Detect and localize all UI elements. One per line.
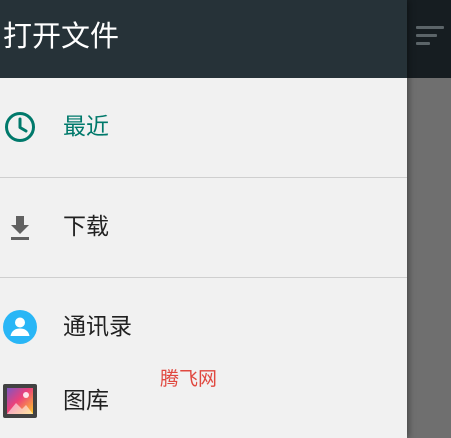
nav-item-recent[interactable]: 最近	[0, 98, 407, 158]
screen: 打开文件 最近 下载 通讯录 图库 腾飞网	[0, 0, 451, 438]
gallery-icon	[3, 384, 37, 418]
page-title: 打开文件	[3, 19, 120, 53]
clock-icon	[5, 112, 35, 142]
nav-item-downloads[interactable]: 下载	[0, 198, 407, 258]
contact-icon	[3, 310, 37, 344]
nav-item-label: 图库	[63, 388, 109, 414]
divider	[0, 277, 407, 278]
nav-item-contacts[interactable]: 通讯录	[0, 298, 407, 358]
watermark: 腾飞网	[160, 368, 218, 390]
sort-icon	[416, 24, 444, 48]
nav-item-label: 通讯录	[63, 314, 132, 340]
nav-item-label: 最近	[63, 114, 109, 140]
drawer-header: 打开文件	[0, 0, 407, 78]
download-icon	[11, 216, 29, 240]
divider	[0, 177, 407, 178]
nav-item-label: 下载	[63, 214, 109, 240]
